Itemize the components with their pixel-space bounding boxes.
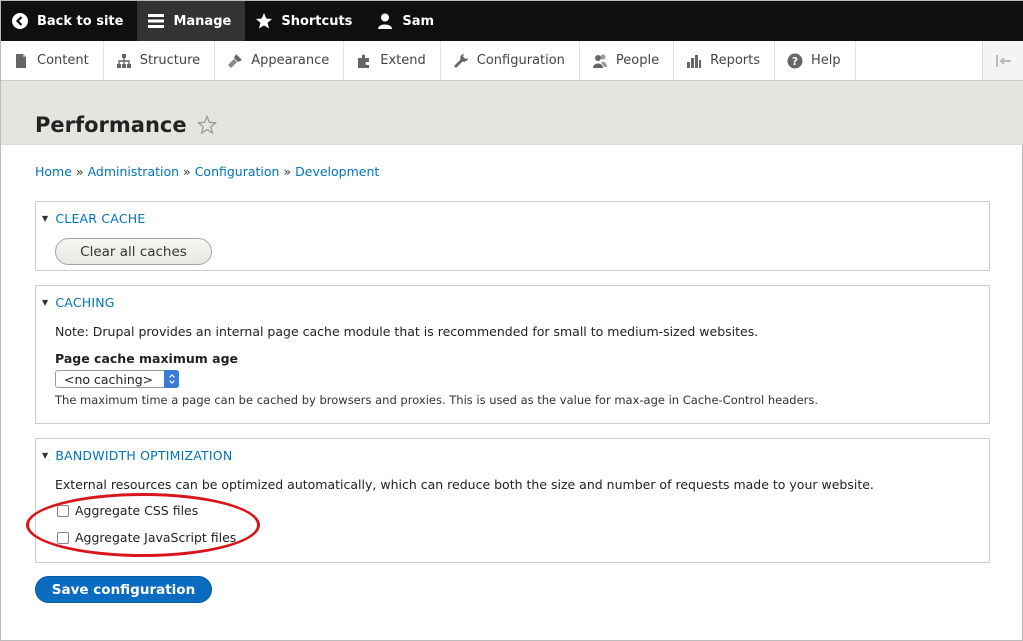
tray-orientation-toggle[interactable]: [982, 41, 1023, 80]
collapse-triangle-icon: ▼: [42, 214, 49, 223]
breadcrumb-separator: »: [283, 164, 292, 179]
collapse-icon: [995, 54, 1013, 68]
tray-item-content[interactable]: Content: [1, 41, 104, 80]
breadcrumb-separator: »: [75, 164, 84, 179]
shortcuts-label: Shortcuts: [281, 13, 353, 29]
back-to-site-label: Back to site: [37, 13, 124, 29]
collapse-triangle-icon: ▼: [42, 451, 49, 460]
puzzle-icon: [356, 53, 372, 69]
breadcrumb: Home» Administration» Configuration» Develo…: [35, 164, 379, 179]
tray-item-configuration[interactable]: Configuration: [441, 41, 580, 80]
user-label: Sam: [402, 13, 435, 29]
tray-item-structure[interactable]: Structure: [104, 41, 216, 80]
user-icon: [376, 12, 394, 30]
caching-fieldset: ▼ CACHING Note: Drupal provides an inter…: [35, 285, 990, 424]
tray-label-content: Content: [37, 53, 89, 68]
save-configuration-button[interactable]: Save configuration: [35, 576, 212, 603]
clear-all-caches-button[interactable]: Clear all caches: [55, 238, 212, 265]
page-cache-max-age-description: The maximum time a page can be cached by…: [55, 393, 819, 407]
select-value: <no caching>: [64, 371, 154, 387]
tray-label-reports: Reports: [710, 53, 760, 68]
breadcrumb-configuration[interactable]: Configuration: [195, 164, 280, 179]
back-to-site-link[interactable]: Back to site: [1, 1, 137, 41]
user-tab[interactable]: Sam: [366, 1, 448, 41]
caching-legend-text: CACHING: [55, 295, 115, 310]
bar-chart-icon: [686, 53, 702, 69]
back-arrow-icon: [11, 12, 29, 30]
bandwidth-legend-text: BANDWIDTH OPTIMIZATION: [55, 448, 233, 463]
tray-item-people[interactable]: People: [580, 41, 675, 80]
hamburger-menu-icon: [147, 12, 165, 30]
select-arrows-icon: [164, 370, 179, 388]
wrench-icon: [453, 53, 469, 69]
admin-toolbar: Back to site Manage Shortcuts Sam: [1, 1, 1023, 41]
breadcrumb-development[interactable]: Development: [295, 164, 379, 179]
manage-label: Manage: [173, 13, 232, 29]
page-cache-max-age-label: Page cache maximum age: [55, 351, 238, 366]
bandwidth-legend[interactable]: ▼ BANDWIDTH OPTIMIZATION: [42, 448, 232, 463]
add-shortcut-star-icon[interactable]: [196, 115, 217, 135]
clear-cache-legend[interactable]: ▼ CLEAR CACHE: [42, 211, 145, 226]
breadcrumb-administration[interactable]: Administration: [88, 164, 179, 179]
highlight-annotation-oval: [26, 493, 260, 557]
page-title: Performance: [35, 113, 217, 137]
breadcrumb-home[interactable]: Home: [35, 164, 72, 179]
admin-tray: Content Structure Appearance Extend Conf…: [1, 41, 1023, 81]
people-icon: [592, 53, 608, 69]
star-icon: [255, 12, 273, 30]
tray-label-configuration: Configuration: [476, 53, 565, 68]
tray-label-extend: Extend: [380, 53, 426, 68]
collapse-triangle-icon: ▼: [42, 298, 49, 307]
caching-legend[interactable]: ▼ CACHING: [42, 295, 115, 310]
bandwidth-note: External resources can be optimized auto…: [55, 477, 874, 492]
tray-label-structure: Structure: [139, 53, 201, 68]
caching-note: Note: Drupal provides an internal page c…: [55, 324, 759, 339]
page-cache-max-age-select[interactable]: <no caching>: [55, 370, 179, 388]
tray-item-reports[interactable]: Reports: [674, 41, 775, 80]
tray-label-appearance: Appearance: [251, 53, 330, 68]
breadcrumb-separator: »: [183, 164, 191, 179]
clear-cache-fieldset: ▼ CLEAR CACHE Clear all caches: [35, 201, 990, 271]
sitemap-icon: [116, 53, 132, 69]
shortcuts-tab[interactable]: Shortcuts: [245, 1, 366, 41]
svg-text:?: ?: [792, 55, 798, 68]
clear-cache-legend-text: CLEAR CACHE: [55, 211, 146, 226]
page-title-text: Performance: [35, 113, 187, 137]
tray-item-appearance[interactable]: Appearance: [215, 41, 345, 80]
tray-label-help: Help: [811, 53, 841, 68]
tray-label-people: People: [615, 53, 660, 68]
tray-item-help[interactable]: ? Help: [775, 41, 856, 80]
document-icon: [13, 53, 29, 69]
paintbrush-icon: [227, 53, 243, 69]
help-icon: ?: [787, 53, 803, 69]
manage-tab[interactable]: Manage: [137, 1, 246, 41]
tray-item-extend[interactable]: Extend: [344, 41, 441, 80]
